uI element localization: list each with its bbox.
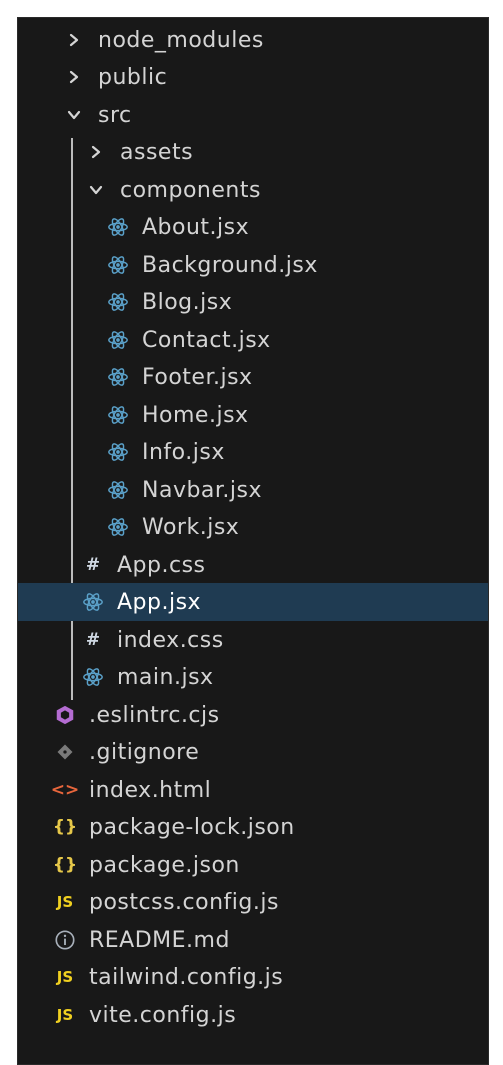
folder-components[interactable]: components <box>18 171 488 209</box>
file-readme-md[interactable]: README.md <box>18 921 488 959</box>
file-gitignore[interactable]: .gitignore <box>18 733 488 771</box>
react-icon <box>106 515 130 539</box>
tree-item-label: components <box>120 177 261 203</box>
folder-public[interactable]: public <box>18 58 488 96</box>
tree-item-label: Navbar.jsx <box>142 477 263 503</box>
tree-item-label: assets <box>120 139 194 165</box>
css-hash-icon: # <box>85 630 101 650</box>
git-icon <box>53 740 77 764</box>
js-icon: JS <box>56 1006 74 1024</box>
css-hash-icon: # <box>85 555 101 575</box>
tree-item-label: .eslintrc.cjs <box>89 702 220 728</box>
tree-item-label: Blog.jsx <box>142 289 233 315</box>
tree-item-label: postcss.config.js <box>89 889 279 915</box>
react-icon <box>106 290 130 314</box>
react-icon <box>106 403 130 427</box>
file-home-jsx[interactable]: Home.jsx <box>18 396 488 434</box>
file-contact-jsx[interactable]: Contact.jsx <box>18 321 488 359</box>
eslint-icon <box>53 703 77 727</box>
react-icon <box>106 478 130 502</box>
screenshot-frame: node_modules public src assets component <box>0 0 503 1065</box>
tree-item-label: App.css <box>117 552 206 578</box>
file-about-jsx[interactable]: About.jsx <box>18 208 488 246</box>
tree-item-label: .gitignore <box>89 739 200 765</box>
tree-item-label: tailwind.config.js <box>89 964 284 990</box>
js-icon: JS <box>56 893 74 911</box>
file-package-json[interactable]: {} package.json <box>18 846 488 884</box>
tree-item-label: index.css <box>117 627 224 653</box>
file-info-jsx[interactable]: Info.jsx <box>18 433 488 471</box>
react-icon <box>81 665 105 689</box>
file-index-html[interactable]: <> index.html <box>18 771 488 809</box>
tree-item-label: Work.jsx <box>142 514 240 540</box>
react-icon <box>106 365 130 389</box>
react-icon <box>106 440 130 464</box>
chevron-down-icon <box>62 103 86 127</box>
tree-item-label: vite.config.js <box>89 1002 237 1028</box>
tree-item-label: main.jsx <box>117 664 214 690</box>
react-icon <box>106 253 130 277</box>
react-icon <box>106 328 130 352</box>
folder-src[interactable]: src <box>18 96 488 134</box>
tree-item-label: src <box>98 102 132 128</box>
tree-item-label: Info.jsx <box>142 439 225 465</box>
file-main-jsx[interactable]: main.jsx <box>18 658 488 696</box>
tree-item-label: index.html <box>89 777 212 803</box>
file-background-jsx[interactable]: Background.jsx <box>18 246 488 284</box>
tree-item-label: About.jsx <box>142 214 250 240</box>
tree-item-label: Background.jsx <box>142 252 318 278</box>
file-footer-jsx[interactable]: Footer.jsx <box>18 358 488 396</box>
react-icon <box>81 590 105 614</box>
tree-item-label: package-lock.json <box>89 814 295 840</box>
file-explorer-panel: node_modules public src assets component <box>17 17 489 1065</box>
file-navbar-jsx[interactable]: Navbar.jsx <box>18 471 488 509</box>
js-icon: JS <box>56 968 74 986</box>
tree-item-label: Footer.jsx <box>142 364 253 390</box>
folder-node-modules[interactable]: node_modules <box>18 21 488 59</box>
chevron-down-icon <box>84 178 108 202</box>
react-icon <box>106 215 130 239</box>
tree-item-label: public <box>98 64 168 90</box>
tree-item-label: Home.jsx <box>142 402 249 428</box>
file-vite-config-js[interactable]: JS vite.config.js <box>18 996 488 1034</box>
file-app-css[interactable]: # App.css <box>18 546 488 584</box>
file-work-jsx[interactable]: Work.jsx <box>18 508 488 546</box>
file-blog-jsx[interactable]: Blog.jsx <box>18 283 488 321</box>
tree-item-label: App.jsx <box>117 589 202 615</box>
chevron-right-icon <box>62 28 86 52</box>
tree-item-label: README.md <box>89 927 230 953</box>
file-eslintrc-cjs[interactable]: .eslintrc.cjs <box>18 696 488 734</box>
json-icon: {} <box>52 817 78 837</box>
tree-item-label: Contact.jsx <box>142 327 271 353</box>
chevron-right-icon <box>62 65 86 89</box>
folder-assets[interactable]: assets <box>18 133 488 171</box>
chevron-right-icon <box>84 140 108 164</box>
file-index-css[interactable]: # index.css <box>18 621 488 659</box>
info-icon <box>53 928 77 952</box>
tree-item-label: package.json <box>89 852 240 878</box>
json-icon: {} <box>52 855 78 875</box>
file-tailwind-config-js[interactable]: JS tailwind.config.js <box>18 958 488 996</box>
tree-item-label: node_modules <box>98 27 264 53</box>
html-icon: <> <box>50 780 80 800</box>
file-postcss-config-js[interactable]: JS postcss.config.js <box>18 883 488 921</box>
file-app-jsx[interactable]: App.jsx <box>18 583 488 621</box>
file-package-lock-json[interactable]: {} package-lock.json <box>18 808 488 846</box>
